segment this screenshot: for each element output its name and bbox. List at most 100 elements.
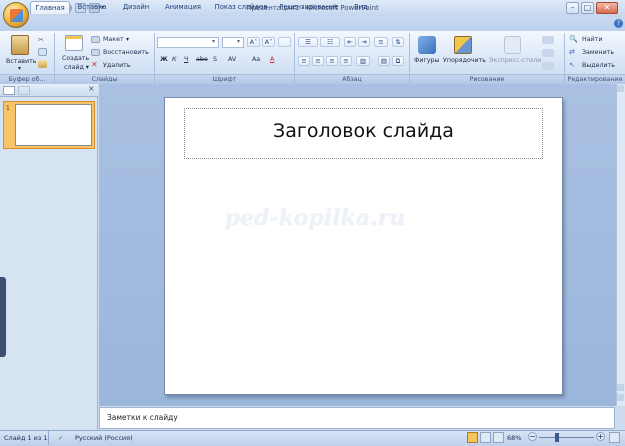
panel-tabs: × [0, 84, 98, 97]
reset-button[interactable]: Восстановить [103, 49, 149, 56]
find-button[interactable]: Найти [582, 36, 602, 43]
increase-indent-icon[interactable]: ⇥ [358, 37, 370, 47]
slide-title[interactable]: Заголовок слайда [184, 120, 543, 142]
thumbnail-number: 1 [6, 105, 10, 112]
vertical-scrollbar[interactable] [616, 84, 625, 406]
replace-button[interactable]: Заменить [582, 49, 614, 56]
group-drawing: Рисование [410, 74, 564, 84]
shape-fill-icon[interactable] [542, 36, 554, 44]
arrange-icon[interactable] [454, 36, 472, 54]
watermark: ped-kopilka.ru [224, 205, 406, 231]
tab-design[interactable]: Дизайн [116, 1, 156, 14]
fit-to-window-icon[interactable] [609, 432, 620, 443]
delete-button[interactable]: Удалить [103, 62, 131, 69]
zoom-out-button[interactable]: − [528, 432, 537, 441]
change-case-button[interactable]: Aa [252, 56, 260, 63]
arrange-button[interactable]: Упорядочить [443, 57, 486, 64]
decrease-indent-icon[interactable]: ⇤ [344, 37, 356, 47]
tab-slides-icon[interactable] [3, 86, 15, 95]
char-spacing-button[interactable]: AV [228, 56, 236, 63]
maximize-button[interactable]: □ [581, 2, 594, 14]
grow-font-button[interactable]: A˄ [247, 37, 260, 47]
layout-button[interactable]: Макет [103, 36, 124, 43]
new-slide-label-2[interactable]: слайд ▾ [64, 64, 89, 71]
font-size-combo[interactable] [222, 37, 244, 48]
prev-slide-icon[interactable] [617, 384, 624, 391]
reset-icon[interactable] [91, 49, 100, 56]
delete-icon[interactable]: ✕ [91, 61, 98, 69]
new-slide-label[interactable]: Создать [62, 55, 89, 62]
slide-sorter-icon[interactable] [480, 432, 491, 443]
select-button[interactable]: Выделить [582, 62, 615, 69]
bullets-icon[interactable]: ☰ [298, 37, 318, 47]
close-button[interactable]: ✕ [596, 2, 618, 14]
group-slides: Слайды [55, 74, 154, 84]
group-clipboard: Буфер об... [0, 74, 54, 84]
font-size-dropdown-icon[interactable]: ▾ [237, 38, 240, 45]
slide-thumbnail[interactable] [15, 104, 92, 146]
shapes-icon[interactable] [418, 36, 436, 54]
font-color-button[interactable]: A [270, 56, 274, 63]
panel-splitter[interactable] [0, 277, 6, 357]
align-text-icon[interactable]: ▤ [378, 56, 390, 66]
shadow-button[interactable]: S [213, 56, 217, 63]
zoom-slider-thumb[interactable] [554, 433, 559, 442]
numbering-icon[interactable]: ☷ [320, 37, 340, 47]
copy-icon[interactable] [38, 48, 47, 56]
paste-dropdown-icon[interactable]: ▾ [18, 65, 21, 72]
replace-icon[interactable]: ⇄ [569, 48, 575, 56]
strikethrough-button[interactable]: abe [196, 56, 208, 63]
notes-placeholder[interactable]: Заметки к слайду [107, 413, 178, 422]
spellcheck-icon[interactable]: ✓ [58, 434, 63, 442]
tab-animations[interactable]: Анимация [160, 1, 206, 14]
layout-icon[interactable] [91, 36, 100, 43]
text-direction-icon[interactable]: ⇅ [392, 37, 404, 47]
bold-button[interactable]: Ж [160, 56, 168, 63]
tab-slide-show[interactable]: Показ слайдов [212, 1, 270, 14]
tab-review[interactable]: Рецензирование [276, 1, 342, 14]
select-icon[interactable]: ↖ [569, 61, 575, 69]
paste-icon[interactable] [11, 35, 29, 55]
quick-styles-button[interactable]: Экспресс-стили [489, 57, 541, 64]
normal-view-icon[interactable] [467, 432, 478, 443]
clear-formatting-icon[interactable] [278, 37, 291, 47]
shape-effects-icon[interactable] [542, 62, 554, 70]
font-name-dropdown-icon[interactable]: ▾ [212, 38, 215, 45]
line-spacing-icon[interactable]: ≡ [374, 37, 388, 47]
group-font: Шрифт [155, 74, 294, 84]
zoom-slider-track[interactable] [539, 437, 594, 438]
cut-icon[interactable]: ✂ [38, 36, 47, 44]
close-panel-icon[interactable]: × [88, 84, 95, 93]
zoom-in-button[interactable]: + [596, 432, 605, 441]
tab-view[interactable]: Вид [350, 1, 372, 14]
language-status[interactable]: Русский (Россия) [75, 434, 133, 442]
align-left-icon[interactable]: ≡ [298, 56, 310, 66]
justify-icon[interactable]: ≡ [340, 56, 352, 66]
office-button[interactable] [3, 2, 29, 28]
shapes-button[interactable]: Фигуры [414, 57, 440, 64]
italic-button[interactable]: К [172, 56, 176, 63]
align-center-icon[interactable]: ≡ [312, 56, 324, 66]
columns-icon[interactable]: ▥ [356, 56, 370, 66]
smartart-icon[interactable]: ⧉ [392, 56, 404, 66]
find-icon[interactable]: 🔍 [569, 35, 578, 43]
zoom-level[interactable]: 68% [507, 434, 521, 442]
tab-home[interactable]: Главная [30, 1, 70, 14]
scroll-up-icon[interactable] [617, 85, 624, 92]
align-right-icon[interactable]: ≡ [326, 56, 338, 66]
format-painter-icon[interactable] [38, 60, 47, 68]
shrink-font-button[interactable]: A˅ [262, 37, 275, 47]
slideshow-view-icon[interactable] [493, 432, 504, 443]
layout-dropdown-icon[interactable]: ▾ [126, 36, 129, 43]
help-icon[interactable]: ? [614, 19, 623, 28]
minimize-button[interactable]: – [566, 2, 579, 14]
tab-insert[interactable]: Вставка [75, 1, 109, 14]
quick-styles-icon[interactable] [504, 36, 521, 54]
new-slide-icon[interactable] [65, 35, 83, 51]
next-slide-icon[interactable] [617, 394, 624, 401]
tab-outline-icon[interactable] [18, 86, 30, 95]
paste-label[interactable]: Вставить [6, 58, 37, 65]
font-name-combo[interactable] [157, 37, 219, 48]
underline-button[interactable]: Ч [184, 56, 188, 63]
shape-outline-icon[interactable] [542, 49, 554, 57]
